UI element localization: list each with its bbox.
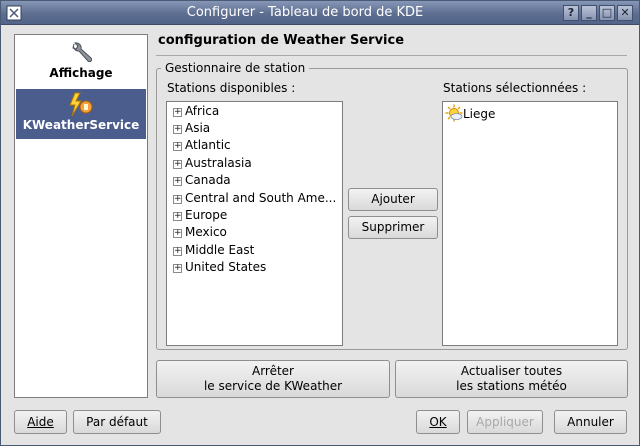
maximize-button[interactable]: □ (599, 5, 615, 21)
sidebar-item-label: Affichage (49, 66, 113, 80)
refresh-button-line1: Actualiser toutes (460, 364, 563, 378)
tree-item-atlantic[interactable]: + Atlantic (173, 137, 231, 154)
expand-icon[interactable]: + (173, 264, 182, 273)
defaults-button[interactable]: Par défaut (73, 410, 161, 434)
expand-icon[interactable]: + (173, 125, 182, 134)
cancel-button[interactable]: Annuler (554, 410, 627, 434)
expand-icon[interactable]: + (173, 160, 182, 169)
tree-item-africa[interactable]: + Africa (173, 103, 219, 120)
refresh-button-line2: les stations météo (456, 379, 567, 393)
add-station-button[interactable]: Ajouter (348, 188, 438, 211)
minimize-button[interactable]: _ (581, 5, 597, 21)
tree-item-asia[interactable]: + Asia (173, 120, 210, 137)
tree-item-central-south-america[interactable]: + Central and South Ame... (173, 190, 336, 207)
expand-icon[interactable]: + (173, 195, 182, 204)
stop-kweather-service-button[interactable]: Arrêter le service de KWeather (156, 360, 390, 398)
tree-item-canada[interactable]: + Canada (173, 172, 231, 189)
apply-button[interactable]: Appliquer (467, 410, 543, 434)
weather-service-icon (69, 92, 93, 117)
ok-button[interactable]: OK (416, 410, 460, 434)
stop-button-line2: le service de KWeather (203, 379, 343, 393)
kde-app-icon[interactable] (6, 5, 22, 21)
header-divider (156, 55, 627, 56)
tree-item-middle-east[interactable]: + Middle East (173, 242, 254, 259)
tree-item-united-states[interactable]: + United States (173, 259, 266, 276)
list-item-liege[interactable]: Liege (445, 104, 495, 124)
window-title: Configurer - Tableau de bord de KDE (186, 5, 424, 20)
available-stations-label: Stations disponibles : (167, 81, 296, 95)
expand-icon[interactable]: + (173, 108, 182, 117)
help-title-button[interactable]: ? (563, 5, 579, 21)
tree-item-europe[interactable]: + Europe (173, 207, 227, 224)
expand-icon[interactable]: + (173, 229, 182, 238)
help-button[interactable]: Aide (14, 410, 67, 434)
sidebar-item-label: KWeatherService (22, 118, 140, 132)
page-title: configuration de Weather Service (158, 33, 405, 48)
weather-sun-icon (445, 104, 463, 122)
expand-icon[interactable]: + (173, 177, 182, 186)
config-sidebar: Affichage KWeatherService (14, 34, 148, 398)
stop-button-line1: Arrêter (251, 364, 294, 378)
refresh-all-stations-button[interactable]: Actualiser toutes les stations météo (395, 360, 628, 398)
selected-stations-label: Stations sélectionnées : (443, 81, 587, 95)
configure-dialog: Configurer - Tableau de bord de KDE ? _ … (0, 0, 640, 446)
group-title: Gestionnaire de station (161, 61, 310, 75)
wrench-icon (72, 42, 93, 63)
available-stations-list[interactable]: + Africa + Asia + Atlantic + Australasia + Ca… (166, 101, 343, 346)
selected-stations-list[interactable]: Liege (442, 101, 618, 346)
expand-icon[interactable]: + (173, 212, 182, 221)
tree-item-australasia[interactable]: + Australasia (173, 155, 252, 172)
tree-item-mexico[interactable]: + Mexico (173, 224, 227, 241)
title-bar[interactable]: Configurer - Tableau de bord de KDE ? _ … (1, 1, 639, 25)
expand-icon[interactable]: + (173, 142, 182, 151)
remove-station-button[interactable]: Supprimer (348, 216, 438, 239)
close-button[interactable]: ✕ (617, 5, 633, 21)
sidebar-item-kweatherservice[interactable]: KWeatherService (16, 89, 146, 139)
sidebar-item-affichage[interactable]: Affichage (16, 40, 146, 88)
expand-icon[interactable]: + (173, 247, 182, 256)
